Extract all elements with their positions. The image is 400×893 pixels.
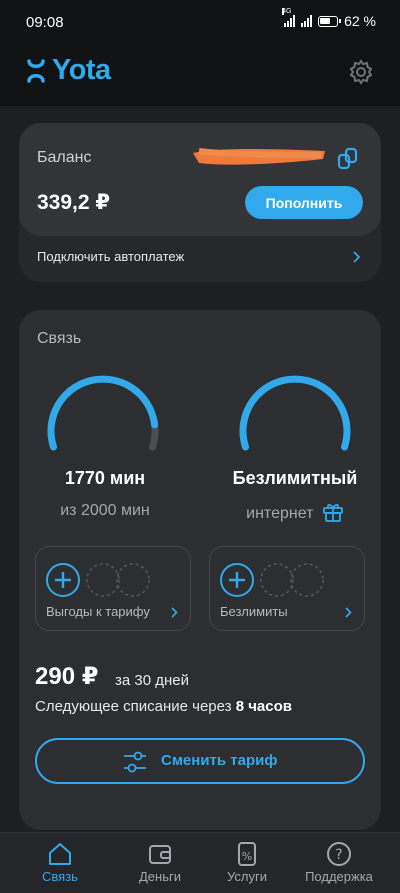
nav-label-services: Услуги [227,869,267,884]
internet-gauge [239,375,351,451]
next-charge-text: Следующее списание через [35,698,232,715]
signal-icon [301,15,313,27]
signal-4g-icon: 4G [282,8,296,27]
minutes-total: из 2000 мин [60,502,150,519]
connection-card: Связь 1770 мин из 2000 мин Безлимитный и… [19,310,381,830]
nav-item-money[interactable]: Деньги [115,841,205,884]
internet-sub: интернет [209,502,381,523]
topup-button[interactable]: Пополнить [245,186,363,219]
add-unlimited-icons [220,563,324,597]
tariff-period: за 30 дней [115,672,189,689]
minutes-gauge-fill [47,375,159,451]
balance-label: Баланс [37,149,92,166]
unlimited-options-card[interactable]: Безлимиты [209,546,365,631]
change-tariff-button[interactable]: Сменить тариф [35,738,365,784]
status-time: 09:08 [26,14,64,31]
next-charge-time: 8 часов [235,698,292,715]
connection-title: Связь [37,330,82,347]
balance-card: Баланс 339,2 ₽ Пополнить Подключить авто… [19,123,381,282]
battery-icon [318,15,342,27]
yota-logo: Yota [26,54,111,87]
help-icon: ? [327,842,351,866]
unlimited-options-label: Безлимиты [220,604,288,619]
minutes-gauge [47,375,159,451]
battery-level: 62 % [344,13,376,29]
minutes-remaining: 1770 мин [64,468,146,488]
status-bar: 09:08 4G 62 % [0,0,400,44]
nav-label-money: Деньги [139,869,181,884]
chevron-right-icon [345,607,352,618]
gift-icon[interactable] [322,502,344,522]
copy-icon[interactable] [337,147,359,171]
nav-label-support: Поддержка [305,869,373,884]
autopay-link[interactable]: Подключить автоплатеж [37,249,184,264]
home-icon [49,843,71,865]
tariff-benefits-card[interactable]: Выгоды к тарифу [35,546,191,631]
chevron-right-icon [353,251,361,263]
svg-text:?: ? [335,847,342,863]
balance-panel: Баланс 339,2 ₽ Пополнить [19,123,381,236]
status-indicators: 4G 62 % [282,8,376,29]
app-header: Yota [0,44,400,106]
change-tariff-label: Сменить тариф [161,752,278,769]
internet-plan: Безлимитный [232,468,358,488]
wallet-icon [149,845,171,864]
settings-gear-icon[interactable] [348,59,374,85]
yota-logo-icon [27,58,45,83]
next-charge-info: Следующее списание через 8 часов [35,698,292,715]
internet-gauge-fill [239,375,351,451]
tariff-price: 290 ₽ [35,663,99,690]
chevron-right-icon [171,607,178,618]
sliders-icon [124,751,146,773]
brand-name: Yota [52,54,111,86]
balance-value: 339,2 ₽ [37,191,110,214]
tariff-benefits-label: Выгоды к тарифу [46,604,150,619]
nav-item-services[interactable]: % Услуги [202,841,292,884]
internet-label: интернет [246,505,314,522]
redacted-phone-number [193,148,325,165]
nav-label-connection: Связь [42,869,78,884]
nav-item-support[interactable]: ? Поддержка [294,841,384,884]
bottom-navigation: Связь Деньги % Услуги ? Поддержка [0,832,400,893]
nav-item-connection[interactable]: Связь [15,841,105,884]
svg-text:%: % [242,850,252,863]
add-benefit-icons [46,563,150,597]
services-icon: % [238,842,256,866]
